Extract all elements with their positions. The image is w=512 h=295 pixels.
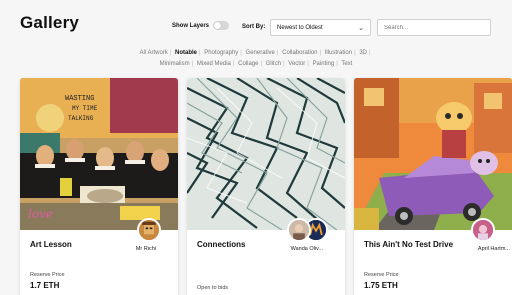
sort-value: Newest to Oldest xyxy=(277,24,323,31)
reserve-price-label: Reserve Price xyxy=(30,272,65,278)
filter-generative[interactable]: Generative xyxy=(246,50,275,56)
artwork-card[interactable]: This Ain't No Test Drive April Hartm... … xyxy=(354,78,512,295)
filter-painting[interactable]: Painting xyxy=(313,61,335,67)
artist-name[interactable]: April Hartm... xyxy=(478,246,510,252)
artist-name[interactable]: Wanda Oliv... xyxy=(291,246,323,252)
filter-notable[interactable]: Notable xyxy=(175,50,197,56)
art-lesson-artwork: WASTING MY TIME TALKING love xyxy=(20,78,178,230)
open-to-bids-label: Open to bids xyxy=(197,285,229,291)
artwork-image[interactable] xyxy=(354,78,512,230)
filter-collage[interactable]: Collage xyxy=(238,61,258,67)
header: Gallery Show Layers Sort By: Newest to O… xyxy=(0,0,512,44)
artwork-card[interactable]: Connections Wanda Oliv... Open to bids xyxy=(187,78,345,295)
filter-vector[interactable]: Vector xyxy=(288,61,305,67)
price-value: 1.75 ETH xyxy=(364,281,398,290)
category-filters: All Artwork | Notable | Photography | Gener… xyxy=(100,48,412,70)
artwork-image[interactable]: WASTING MY TIME TALKING love xyxy=(20,78,178,230)
artwork-title[interactable]: This Ain't No Test Drive xyxy=(364,240,474,250)
page-title: Gallery xyxy=(20,13,80,32)
filter-mixed-media[interactable]: Mixed Media xyxy=(197,61,231,67)
artist-avatar[interactable] xyxy=(137,218,161,242)
filter-row: Minimalism | Mixed Media | Collage | Glitch… xyxy=(159,61,353,67)
filter-photography[interactable]: Photography xyxy=(204,50,238,56)
collaborator-avatar[interactable] xyxy=(287,218,311,242)
connections-artwork xyxy=(187,78,345,230)
filter-illustration[interactable]: Illustration xyxy=(325,50,352,56)
artwork-image[interactable] xyxy=(187,78,345,230)
svg-text:WASTING: WASTING xyxy=(65,95,94,103)
filter-row: All Artwork | Notable | Photography | Gener… xyxy=(139,50,371,56)
price-value: 1.7 ETH xyxy=(30,281,60,290)
filter-minimalism[interactable]: Minimalism xyxy=(160,61,190,67)
svg-text:love: love xyxy=(28,207,53,221)
chevron-down-icon: ⌄ xyxy=(358,24,364,32)
show-layers-group: Show Layers xyxy=(172,21,230,30)
sort-label: Sort By: xyxy=(242,24,266,30)
svg-text:MY TIME: MY TIME xyxy=(72,105,98,112)
artist-name[interactable]: Mr Richi xyxy=(136,246,156,252)
sort-select[interactable]: Newest to Oldest ⌄ xyxy=(270,19,371,36)
avatar-icon xyxy=(473,220,493,240)
svg-text:TALKING: TALKING xyxy=(68,115,94,122)
artwork-title[interactable]: Art Lesson xyxy=(30,240,140,250)
search-input[interactable] xyxy=(377,19,491,36)
test-drive-artwork xyxy=(354,78,512,230)
show-layers-label: Show Layers xyxy=(172,22,210,29)
reserve-price-label: Reserve Price xyxy=(364,272,399,278)
avatar-icon xyxy=(289,220,309,240)
filter-collaboration[interactable]: Collaboration xyxy=(282,50,317,56)
filter-3d[interactable]: 3D xyxy=(359,50,367,56)
artist-avatar[interactable] xyxy=(471,218,495,242)
show-layers-toggle[interactable] xyxy=(213,21,230,30)
avatar-icon xyxy=(139,220,159,240)
filter-glitch[interactable]: Glitch xyxy=(266,61,281,67)
filter-text[interactable]: Text xyxy=(341,61,352,67)
filter-all-artwork[interactable]: All Artwork xyxy=(139,50,167,56)
toggle-knob xyxy=(214,22,222,29)
artwork-card[interactable]: WASTING MY TIME TALKING love Art Lesson … xyxy=(20,78,178,295)
